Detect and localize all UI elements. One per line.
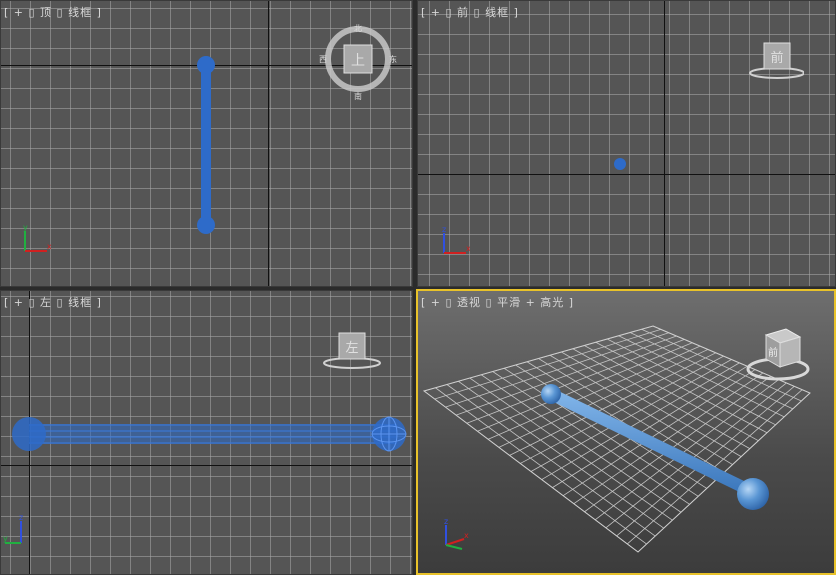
- axis-triad: z y: [3, 513, 23, 544]
- compass-south: 南: [354, 91, 362, 101]
- cylinder-object-front[interactable]: [612, 156, 628, 172]
- svg-text:y: y: [3, 534, 8, 543]
- svg-text:y: y: [23, 223, 28, 232]
- svg-text:x: x: [464, 531, 469, 540]
- cylinder-object-top[interactable]: [191, 53, 221, 239]
- grid-axis-horizontal: [1, 465, 412, 466]
- grid-axis-horizontal: [418, 174, 835, 175]
- viewport-label[interactable]: [ + ▯ 前 ▯ 线框 ]: [421, 4, 519, 20]
- svg-text:x: x: [47, 242, 51, 251]
- axis-triad: y x: [23, 223, 51, 252]
- viewcube[interactable]: 前: [744, 39, 804, 83]
- svg-text:z: z: [444, 517, 448, 526]
- viewport-front[interactable]: [ + ▯ 前 ▯ 线框 ] 前 z x: [417, 0, 836, 287]
- viewcube-face-label: 前: [770, 50, 783, 66]
- axis-triad: z x: [444, 517, 469, 550]
- svg-text:z: z: [19, 513, 23, 522]
- compass-west: 西: [319, 55, 327, 64]
- viewport-perspective[interactable]: [ + ▯ 透视 ▯ 平滑 + 高光 ] 前 z x: [416, 289, 836, 575]
- compass-north: 北: [354, 24, 362, 33]
- svg-text:x: x: [466, 244, 470, 253]
- viewcube-face-label: 上: [351, 53, 365, 69]
- viewport-label[interactable]: [ + ▯ 顶 ▯ 线框 ]: [4, 4, 102, 20]
- viewcube-compass[interactable]: 上 北 南 西 东: [317, 21, 399, 103]
- grid-axis-vertical: [268, 1, 269, 286]
- svg-text:z: z: [442, 225, 446, 234]
- grid-axis-vertical: [664, 1, 665, 286]
- viewport-label[interactable]: [ + ▯ 左 ▯ 线框 ]: [4, 294, 102, 310]
- axis-triad: z x: [442, 225, 470, 254]
- compass-east: 东: [389, 54, 397, 64]
- cylinder-object-left[interactable]: [9, 415, 411, 455]
- viewcube[interactable]: 左: [319, 329, 381, 373]
- viewcube-face-label: 前: [768, 346, 778, 359]
- viewport-top[interactable]: [ + ▯ 顶 ▯ 线框 ] 上 北 南 西 东 y x: [0, 0, 413, 287]
- viewport-left[interactable]: [ + ▯ 左 ▯ 线框 ] 左 z y: [0, 290, 413, 575]
- viewcube-face-label: 左: [345, 341, 358, 356]
- viewcube-3d[interactable]: 前: [744, 325, 812, 387]
